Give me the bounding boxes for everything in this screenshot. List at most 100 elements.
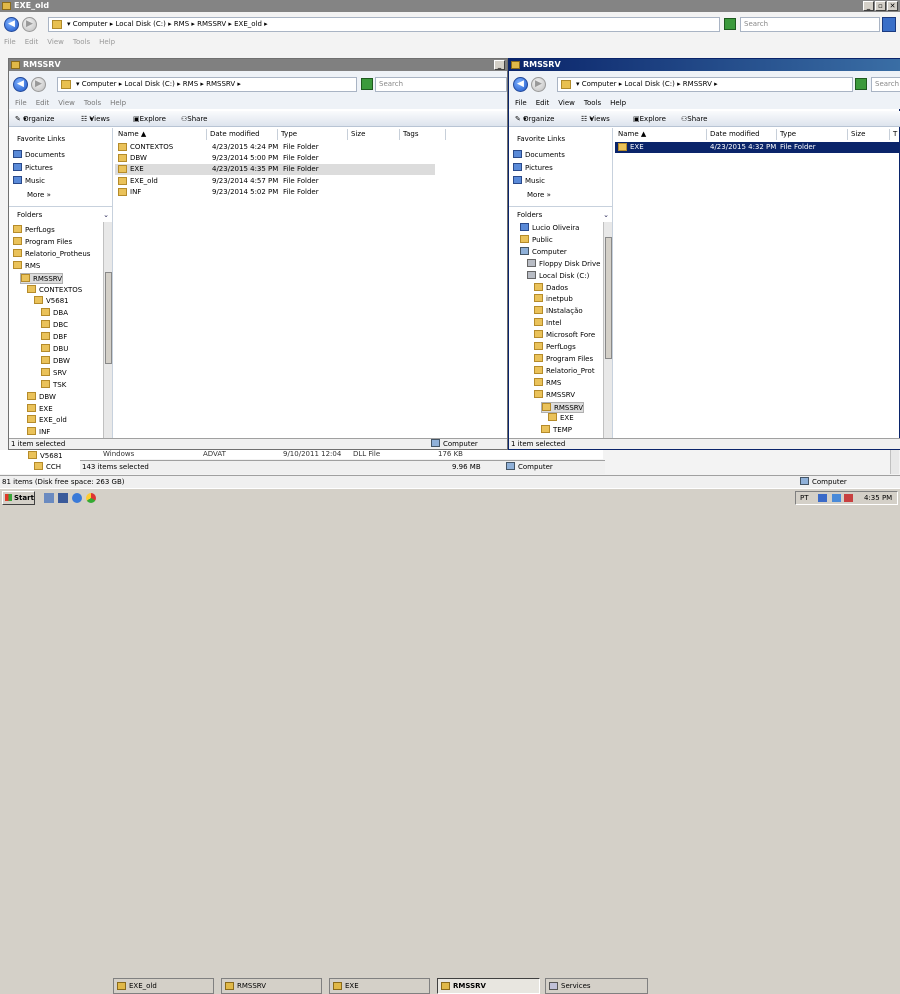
favorite-documents[interactable]: Documents	[513, 150, 565, 161]
organize-button[interactable]: ✎ Organize ▾	[15, 111, 54, 127]
tree-item[interactable]: DBF	[41, 332, 67, 343]
tree-scrollbar[interactable]	[603, 222, 612, 438]
tree-item[interactable]: RMSSRV	[534, 389, 575, 401]
search-icon[interactable]	[882, 17, 896, 32]
taskbar-button[interactable]: EXE	[329, 978, 430, 994]
tree-item[interactable]: Relatorio_Prot	[534, 365, 595, 377]
address-bar[interactable]: ▾ Computer ▸ Local Disk (C:) ▸ RMS ▸ RMS…	[57, 77, 357, 92]
menu-help[interactable]: Help	[610, 99, 626, 107]
tree-item[interactable]: DBA	[41, 308, 68, 319]
column-name[interactable]: Name ▲	[115, 129, 207, 140]
file-row[interactable]: DBW 9/23/2014 5:00 PM File Folder	[115, 153, 435, 164]
taskbar-button[interactable]: EXE_old	[113, 978, 214, 994]
tree-item[interactable]: TSK	[41, 379, 66, 391]
window-titlebar[interactable]: RMSSRV _	[9, 59, 507, 71]
menu-view[interactable]: View	[58, 99, 75, 107]
tree-item[interactable]: INstalação	[534, 306, 583, 317]
column-tags[interactable]: Tags	[400, 129, 446, 140]
show-desktop-icon[interactable]	[44, 493, 54, 503]
tree-item[interactable]: DBW	[27, 391, 56, 403]
tree-item[interactable]: Relatorio_Protheus	[13, 248, 90, 260]
server-manager-icon[interactable]	[58, 493, 68, 503]
tree-item[interactable]: EXE_old	[27, 415, 67, 426]
forward-button[interactable]: ▶	[531, 77, 546, 92]
minimize-button[interactable]: _	[494, 60, 505, 70]
address-bar[interactable]: ▾ Computer ▸ Local Disk (C:) ▸ RMS ▸ RMS…	[48, 17, 720, 32]
tree-item[interactable]: PerfLogs	[13, 225, 55, 236]
tree-scrollbar[interactable]	[103, 222, 112, 438]
taskbar-button[interactable]: RMSSRV	[221, 978, 322, 994]
menu-help[interactable]: Help	[110, 99, 126, 107]
back-window-titlebar[interactable]: EXE_old _ ▫ ✕	[0, 0, 900, 12]
refresh-button[interactable]	[361, 78, 373, 90]
minimize-button[interactable]: _	[863, 1, 874, 11]
menu-view[interactable]: View	[558, 99, 575, 107]
file-row[interactable]: INF 9/23/2014 5:02 PM File Folder	[115, 187, 435, 198]
volume-icon[interactable]	[844, 494, 853, 502]
share-button[interactable]: ⚇ Share	[181, 111, 207, 127]
refresh-button[interactable]	[724, 18, 736, 30]
menu-file[interactable]: File	[15, 99, 27, 107]
tree-item[interactable]: RMSSRV	[20, 272, 64, 284]
file-row[interactable]: CONTEXTOS 4/23/2015 4:24 PM File Folder	[115, 142, 435, 153]
maximize-button[interactable]: ▫	[875, 1, 886, 11]
menu-item[interactable]: Tools	[73, 38, 90, 46]
tree-item[interactable]: Program Files	[534, 353, 593, 365]
column-size[interactable]: Size	[848, 129, 890, 140]
tree-item[interactable]: Public	[520, 234, 553, 246]
chevron-down-icon[interactable]: ⌄	[603, 210, 609, 221]
tree-item[interactable]: Intel	[534, 318, 562, 329]
back-button[interactable]: ◀	[4, 17, 19, 32]
search-input[interactable]: Search	[740, 17, 880, 32]
tree-item[interactable]: V5681	[28, 451, 63, 462]
favorite-pictures[interactable]: Pictures	[513, 163, 553, 174]
organize-button[interactable]: ✎ Organize ▾	[515, 111, 554, 127]
back-button[interactable]: ◀	[513, 77, 528, 92]
menu-item[interactable]: File	[4, 38, 16, 46]
network-icon[interactable]	[818, 494, 827, 502]
tree-item[interactable]: SRV	[41, 367, 67, 379]
tree-item[interactable]: DBC	[41, 320, 68, 331]
forward-button[interactable]: ▶	[31, 77, 46, 92]
menu-tools[interactable]: Tools	[84, 99, 101, 107]
more-link[interactable]: More »	[27, 190, 51, 201]
explore-button[interactable]: ▣ Explore	[633, 111, 666, 127]
tree-item[interactable]: Lucio Oliveira	[520, 223, 579, 234]
chrome-icon[interactable]	[86, 493, 96, 503]
close-button[interactable]: ✕	[887, 1, 898, 11]
tree-item[interactable]: Program Files	[13, 236, 72, 248]
menu-edit[interactable]: Edit	[36, 99, 50, 107]
favorite-pictures[interactable]: Pictures	[13, 163, 53, 174]
tree-item[interactable]: Computer	[520, 246, 567, 258]
column-type[interactable]: Type	[777, 129, 848, 140]
taskbar-button[interactable]: RMSSRV	[437, 978, 540, 994]
views-button[interactable]: ☷ Views ▾	[581, 111, 610, 127]
tree-item[interactable]: Dados	[534, 282, 568, 294]
favorite-music[interactable]: Music	[513, 176, 545, 187]
folders-title[interactable]: Folders ⌄	[17, 210, 111, 221]
folders-title[interactable]: Folders ⌄	[517, 210, 611, 221]
menu-tools[interactable]: Tools	[584, 99, 601, 107]
chevron-down-icon[interactable]: ⌄	[103, 210, 109, 221]
forward-button[interactable]: ▶	[22, 17, 37, 32]
file-row[interactable]: EXE 4/23/2015 4:35 PM File Folder	[115, 164, 435, 176]
file-row[interactable]: EXE_old 9/23/2014 4:57 PM File Folder	[115, 176, 435, 187]
tree-item[interactable]: TEMP	[541, 425, 572, 436]
tree-item[interactable]: RMS	[13, 260, 40, 272]
tree-item[interactable]: Local Disk (C:)	[527, 270, 589, 282]
back-button[interactable]: ◀	[13, 77, 28, 92]
internet-explorer-icon[interactable]	[72, 493, 82, 503]
tree-item[interactable]: RMS	[534, 377, 561, 389]
language-indicator[interactable]: PT	[800, 492, 809, 504]
column-date[interactable]: Date modified	[707, 129, 777, 140]
more-link[interactable]: More »	[527, 190, 551, 201]
column-name[interactable]: Name ▲	[615, 129, 707, 140]
window-titlebar[interactable]: RMSSRV	[509, 59, 900, 71]
menu-file[interactable]: File	[515, 99, 527, 107]
tree-item[interactable]: INF	[27, 427, 50, 438]
file-row[interactable]: EXE 4/23/2015 4:32 PM File Folder	[615, 142, 900, 153]
favorite-documents[interactable]: Documents	[13, 150, 65, 161]
address-bar[interactable]: ▾ Computer ▸ Local Disk (C:) ▸ RMSSRV ▸	[557, 77, 853, 92]
tree-item[interactable]: DBU	[41, 344, 68, 355]
explore-button[interactable]: ▣ Explore	[133, 111, 166, 127]
